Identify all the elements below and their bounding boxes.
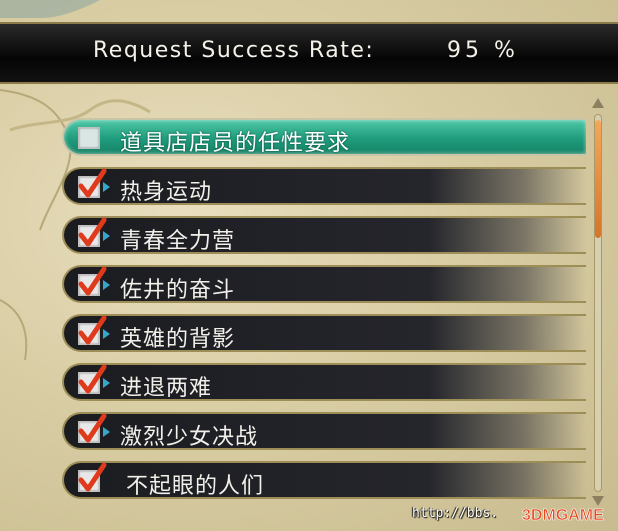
request-label: 进退两难 xyxy=(120,376,213,401)
checkbox[interactable] xyxy=(78,168,107,198)
checkbox[interactable] xyxy=(78,315,107,345)
pointer-triangle-icon xyxy=(103,427,110,437)
pointer-triangle-icon xyxy=(103,280,110,290)
request-label: 道具店店员的任性要求 xyxy=(120,131,351,156)
check-mark-icon xyxy=(78,217,107,247)
success-rate-header: Request Success Rate: 95 % xyxy=(0,22,618,84)
check-mark-icon xyxy=(78,315,107,345)
checkbox[interactable] xyxy=(78,364,107,394)
request-item[interactable]: 青春全力营 xyxy=(62,216,586,254)
checkbox[interactable] xyxy=(78,217,107,247)
request-item[interactable]: 道具店店员的任性要求 xyxy=(62,118,586,156)
check-mark-icon xyxy=(78,168,107,198)
request-item[interactable]: 激烈少女决战 xyxy=(62,412,586,450)
request-item[interactable]: 不起眼的人们 xyxy=(62,461,586,499)
request-label: 不起眼的人们 xyxy=(126,474,265,499)
check-mark-icon xyxy=(78,266,107,296)
request-label: 热身运动 xyxy=(120,180,213,205)
pointer-triangle-icon xyxy=(103,182,110,192)
request-label: 英雄的背影 xyxy=(120,327,236,352)
check-mark-icon xyxy=(78,364,107,394)
watermark-url: http://bbs. xyxy=(412,506,499,521)
scroll-thumb[interactable] xyxy=(595,120,601,238)
pointer-triangle-icon xyxy=(103,329,110,339)
scrollbar[interactable] xyxy=(590,96,606,510)
success-rate-value: 95 % xyxy=(447,38,519,63)
success-rate-label: Request Success Rate: xyxy=(93,38,375,63)
checkbox[interactable] xyxy=(78,413,107,443)
request-item[interactable]: 英雄的背影 xyxy=(62,314,586,352)
request-item[interactable]: 佐井的奋斗 xyxy=(62,265,586,303)
request-label: 佐井的奋斗 xyxy=(120,278,236,303)
request-label: 青春全力营 xyxy=(120,229,236,254)
check-mark-icon xyxy=(78,462,107,492)
request-item[interactable]: 进退两难 xyxy=(62,363,586,401)
pointer-triangle-icon xyxy=(103,378,110,388)
watermark-logo: 3DMGAME xyxy=(522,507,605,525)
request-list: 道具店店员的任性要求 热身运动 青春全力营 佐井的奋斗 英雄的背影 进退两难 激… xyxy=(62,118,586,510)
checkbox[interactable] xyxy=(78,127,100,149)
checkbox[interactable] xyxy=(78,462,107,492)
request-item[interactable]: 热身运动 xyxy=(62,167,586,205)
watermark-logo-text: 3DMGAME xyxy=(522,507,604,524)
check-mark-icon xyxy=(78,413,107,443)
pointer-triangle-icon xyxy=(103,231,110,241)
request-label: 激烈少女决战 xyxy=(120,425,259,450)
checkbox[interactable] xyxy=(78,266,107,296)
arrow-up-icon[interactable] xyxy=(592,98,604,108)
